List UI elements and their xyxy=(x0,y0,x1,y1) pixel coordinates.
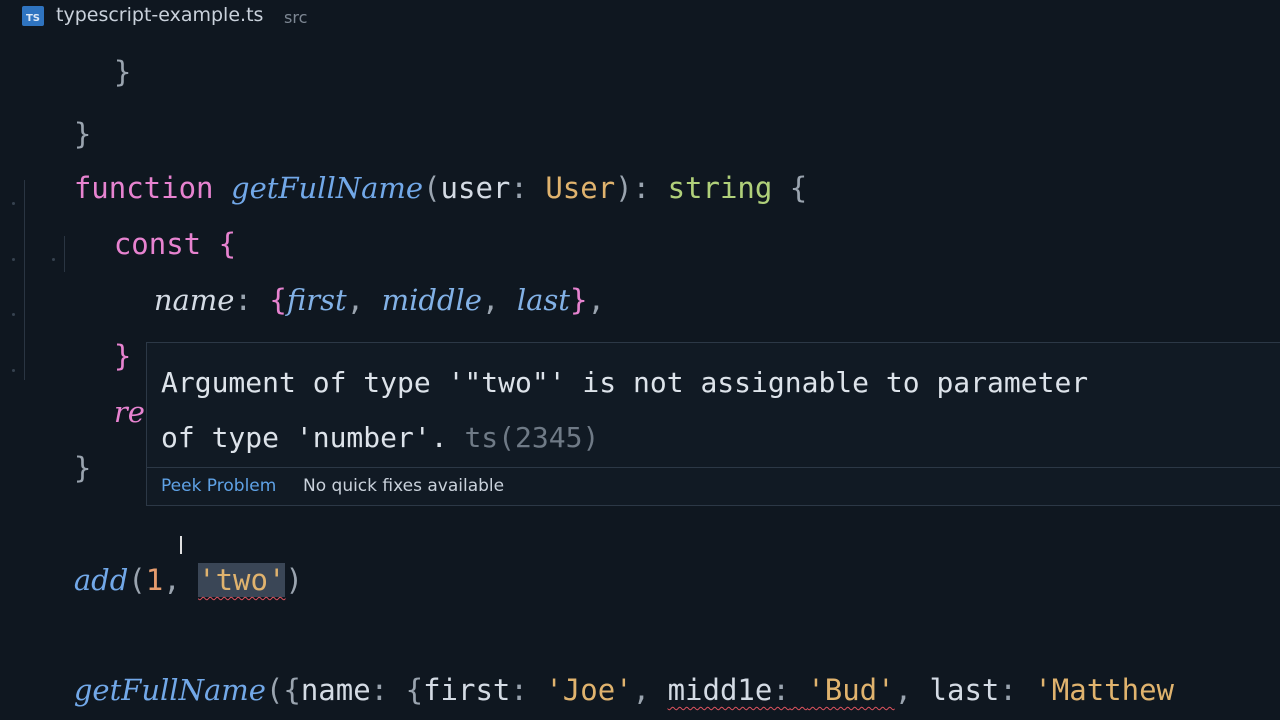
code-line-const: const { xyxy=(44,178,236,261)
typescript-file-icon: TS xyxy=(22,6,44,26)
code-line: } xyxy=(4,402,91,485)
whitespace-dot xyxy=(12,369,15,372)
prop-last: last xyxy=(929,673,1000,707)
param-name: user xyxy=(440,171,511,205)
var-last: last xyxy=(516,283,570,317)
paren: ( xyxy=(423,171,441,205)
function-call-add: add xyxy=(73,563,129,597)
code-line-assign: } = user xyxy=(44,290,248,373)
comma: , xyxy=(587,283,605,317)
hover-actions: Peek Problem No quick fixes available xyxy=(147,467,1280,507)
comma: , xyxy=(163,563,181,597)
paren: ) xyxy=(285,563,303,597)
brace: } xyxy=(113,55,132,89)
function-name: getFullName xyxy=(231,171,424,205)
comma: , xyxy=(632,673,651,707)
brace: { xyxy=(789,171,808,205)
prop-name: name xyxy=(300,673,371,707)
mouse-text-cursor-icon xyxy=(180,536,182,554)
error-string-arg[interactable]: 'two' xyxy=(198,563,286,597)
colon: : xyxy=(510,171,528,205)
code-line: } xyxy=(4,68,91,151)
comma: , xyxy=(894,673,913,707)
code-line-destructure: name: {first, middle, last}, xyxy=(84,234,605,317)
return-type: string xyxy=(667,171,773,205)
error-message-line1: Argument of type '"two"' is not assignab… xyxy=(161,366,1089,399)
prop-first: first xyxy=(423,673,511,707)
colon: : xyxy=(370,673,389,707)
whitespace-dot xyxy=(12,313,15,316)
paren: ) xyxy=(615,171,633,205)
error-prop-middle[interactable]: midd1e xyxy=(668,673,773,707)
code-line-function-declaration: function getFullName(user: User): string… xyxy=(4,122,807,205)
code-line-getfullname-call: getFullName({name: {first: 'Joe', midd1e… xyxy=(4,624,1174,707)
error-code: ts(2345) xyxy=(464,421,600,454)
peek-problem-button[interactable]: Peek Problem xyxy=(161,476,276,496)
paren: ( xyxy=(128,563,146,597)
no-quick-fixes-label: No quick fixes available xyxy=(303,476,505,496)
whitespace-dot xyxy=(12,258,15,261)
paren-brace: ({ xyxy=(265,673,301,707)
tab-file-path: src xyxy=(284,8,308,27)
colon: : xyxy=(510,673,528,707)
string-matthew: 'Matthew xyxy=(1034,673,1174,707)
tab-file-name[interactable]: typescript-example.ts xyxy=(56,4,263,26)
string-joe: 'Joe' xyxy=(545,673,633,707)
error-hover-tooltip: Argument of type '"two"' is not assignab… xyxy=(146,342,1280,506)
colon: : xyxy=(772,673,790,707)
brace: { xyxy=(405,673,424,707)
colon: : xyxy=(999,673,1017,707)
string-bud: 'Bud' xyxy=(807,673,895,707)
colon: : xyxy=(632,171,651,205)
editor-tab-bar: TS typescript-example.ts src xyxy=(0,0,1280,32)
var-middle: middle xyxy=(381,283,482,317)
brace: } xyxy=(569,283,588,317)
code-line: } xyxy=(44,32,131,89)
code-line-add-call: add(1, 'two') xyxy=(4,514,303,597)
comma: , xyxy=(481,283,500,317)
number-arg: 1 xyxy=(145,563,164,597)
param-type: User xyxy=(545,171,616,205)
comma: , xyxy=(346,283,365,317)
var-first: first xyxy=(286,283,347,317)
error-message-line2: of type 'number'. xyxy=(161,421,448,454)
brace: } xyxy=(73,451,92,485)
brace: { xyxy=(269,283,287,317)
function-call-getfullname: getFullName xyxy=(73,673,266,707)
error-message: Argument of type '"two"' is not assignab… xyxy=(161,355,1280,465)
